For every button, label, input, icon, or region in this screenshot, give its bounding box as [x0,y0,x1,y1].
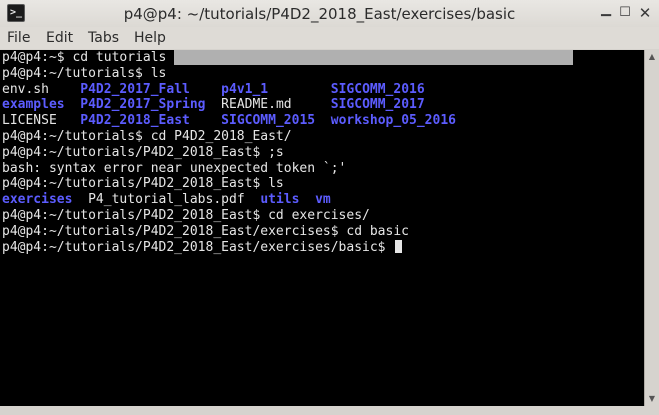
window-bottom-border [0,406,659,415]
menu-bar: File Edit Tabs Help [0,27,659,49]
ls-entry-directory: SIGCOMM_2016 [330,81,425,97]
menu-help[interactable]: Help [134,29,166,47]
window-title: p4@p4: ~/tutorials/P4D2_2018_East/exerci… [123,5,516,23]
ls-entry-directory: workshop_05_2016 [330,113,456,129]
menu-file[interactable]: File [7,29,30,47]
ls-output-row: examples P4D2_2017_Spring README.md SIGC… [0,97,644,113]
minimize-icon[interactable]: ▁ [598,2,614,18]
scroll-down-icon[interactable]: ▼ [645,393,659,405]
terminal-line: p4@p4:~/tutorials/P4D2_2018_East$ ls [2,176,284,192]
menu-tabs[interactable]: Tabs [88,29,119,47]
ls-entry-directory: SIGCOMM_2015 [221,113,316,129]
ls-output-row: env.sh P4D2_2017_Fall p4v1_1 SIGCOMM_201… [0,82,644,98]
terminal-line: p4@p4:~/tutorials/P4D2_2018_East$ cd exe… [2,207,370,223]
ls-entry-directory: P4D2_2018_East [80,113,190,129]
ls-output-row: LICENSE P4D2_2018_East SIGCOMM_2015 work… [0,113,644,129]
prompt: p4@p4:~$ [2,50,73,65]
terminal-window: >_ p4@p4: ~/tutorials/P4D2_2018_East/exe… [0,0,659,415]
ls-entry-directory: exercises [2,192,73,208]
vertical-scrollbar[interactable]: ▲ ▼ [644,50,659,406]
ls-entry-directory: utils [260,192,300,208]
prompt: p4@p4:~/tutorials/P4D2_2018_East/exercis… [2,239,394,255]
ls-entry-file: README.md [221,97,292,113]
scroll-up-icon[interactable]: ▲ [645,51,659,63]
terminal-line: p4@p4:~/tutorials$ cd P4D2_2018_East/ [2,128,292,144]
ls-entry-directory: SIGCOMM_2017 [330,97,425,113]
ls-entry-file: P4_tutorial_labs.pdf [88,192,245,208]
terminal-line: p4@p4:~/tutorials/P4D2_2018_East/exercis… [2,223,409,239]
terminal-output[interactable]: p4@p4:~$ cd tutorials p4@p4:~/tutorials$… [0,50,644,406]
ls-entry-directory: p4v1_1 [221,81,269,97]
text-selection [174,50,574,65]
ls-entry-directory: vm [315,192,331,208]
maximize-icon[interactable]: ☐ [617,5,633,21]
menu-edit[interactable]: Edit [46,29,73,47]
ls-output-row: exercises P4_tutorial_labs.pdf utils vm [0,192,644,208]
ls-entry-file: env.sh [2,81,49,97]
terminal-line: p4@p4:~$ cd tutorials [0,50,644,66]
terminal-line: p4@p4:~/tutorials$ ls [2,65,167,81]
close-icon[interactable]: ✕ [637,5,653,21]
command: cd tutorials [72,50,167,65]
title-bar[interactable]: >_ p4@p4: ~/tutorials/P4D2_2018_East/exe… [0,0,659,28]
terminal-line: p4@p4:~/tutorials/P4D2_2018_East$ ;s [2,144,284,160]
ls-entry-directory: examples [2,97,65,113]
ls-entry-file: LICENSE [2,113,57,129]
error-line: bash: syntax error near unexpected token… [2,160,347,176]
ls-entry-directory: P4D2_2017_Spring [80,97,206,113]
terminal-app-icon: >_ [7,4,25,22]
text-cursor [395,239,403,253]
current-prompt-line[interactable]: p4@p4:~/tutorials/P4D2_2018_East/exercis… [0,239,644,256]
ls-entry-directory: P4D2_2017_Fall [80,81,190,97]
